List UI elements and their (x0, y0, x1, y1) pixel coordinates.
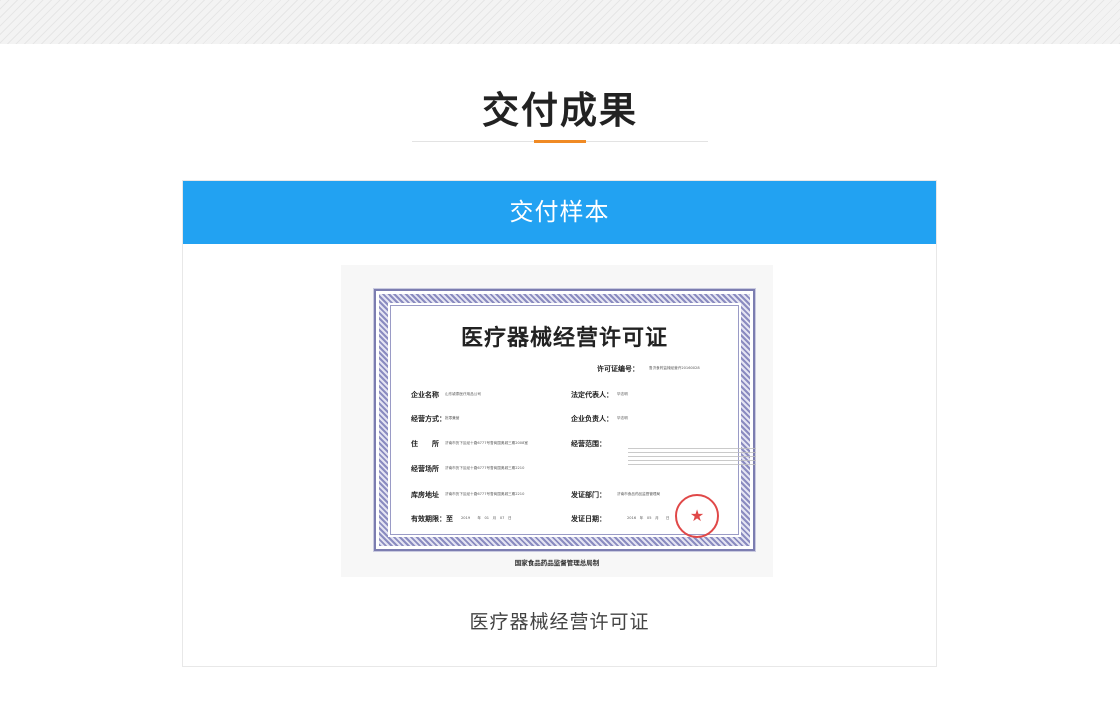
license-no-label: 许可证编号： (597, 365, 639, 373)
scope-label: 经营范围： (571, 440, 606, 448)
warehouse-value: 济南市历下区经十路6777号鲁商国奥城三期2210 (445, 492, 525, 496)
address-value: 济南市历下区经十路6777号鲁商国奥城三期2008室 (445, 441, 528, 445)
scope-text-block (628, 448, 756, 468)
address-label: 住 所 (411, 440, 439, 448)
mode-label: 经营方式： (411, 415, 446, 423)
delivery-card: 交付样本 医疗器械经营许可证 许可证编号： 鲁济食药监械经营许20160028 … (182, 180, 937, 667)
warehouse-label: 库房地址 (411, 491, 439, 499)
card-header: 交付样本 (183, 181, 936, 244)
principal-value: 毕志明 (617, 416, 628, 420)
issue-date-value: 2016 年 05 月 日 (627, 516, 670, 520)
top-pattern-band (0, 0, 1120, 44)
title-accent-bar (534, 140, 586, 143)
certificate-frame: 医疗器械经营许可证 许可证编号： 鲁济食药监械经营许20160028 企业名称 … (374, 289, 756, 551)
premises-value: 济南市历下区经十路6777号鲁商国奥城三期2210 (445, 466, 525, 470)
company-value: 山东颖泰医疗用品公司 (445, 392, 481, 396)
certificate-title: 医疗器械经营许可证 (460, 325, 668, 351)
legal-rep-label: 法定代表人： (571, 391, 613, 399)
certificate-footer: 国家食品药品监督管理总局制 (514, 559, 600, 567)
issuer-value: 济南市食品药品监督管理局 (617, 492, 661, 496)
mode-value: 批零兼营 (445, 416, 460, 420)
license-no-value: 鲁济食药监械经营许20160028 (649, 366, 700, 370)
certificate-image[interactable]: 医疗器械经营许可证 许可证编号： 鲁济食药监械经营许20160028 企业名称 … (341, 265, 773, 577)
premises-label: 经营场所 (411, 465, 439, 473)
valid-value: 2019 年 01 月 07 日 (461, 516, 512, 520)
seal-star-icon: ★ (689, 506, 705, 525)
company-label: 企业名称 (411, 391, 439, 399)
issuer-label: 发证部门： (571, 491, 606, 499)
certificate-body: 医疗器械经营许可证 许可证编号： 鲁济食药监械经营许20160028 企业名称 … (390, 305, 756, 538)
card-caption: 医疗器械经营许可证 (469, 611, 650, 633)
legal-rep-value: 毕志明 (617, 392, 628, 396)
section-title: 交付成果 (482, 89, 638, 132)
official-seal: ★ (675, 494, 719, 538)
principal-label: 企业负责人： (571, 415, 613, 423)
valid-label: 有效期限：至 (411, 515, 453, 523)
issue-date-label: 发证日期： (571, 515, 606, 523)
